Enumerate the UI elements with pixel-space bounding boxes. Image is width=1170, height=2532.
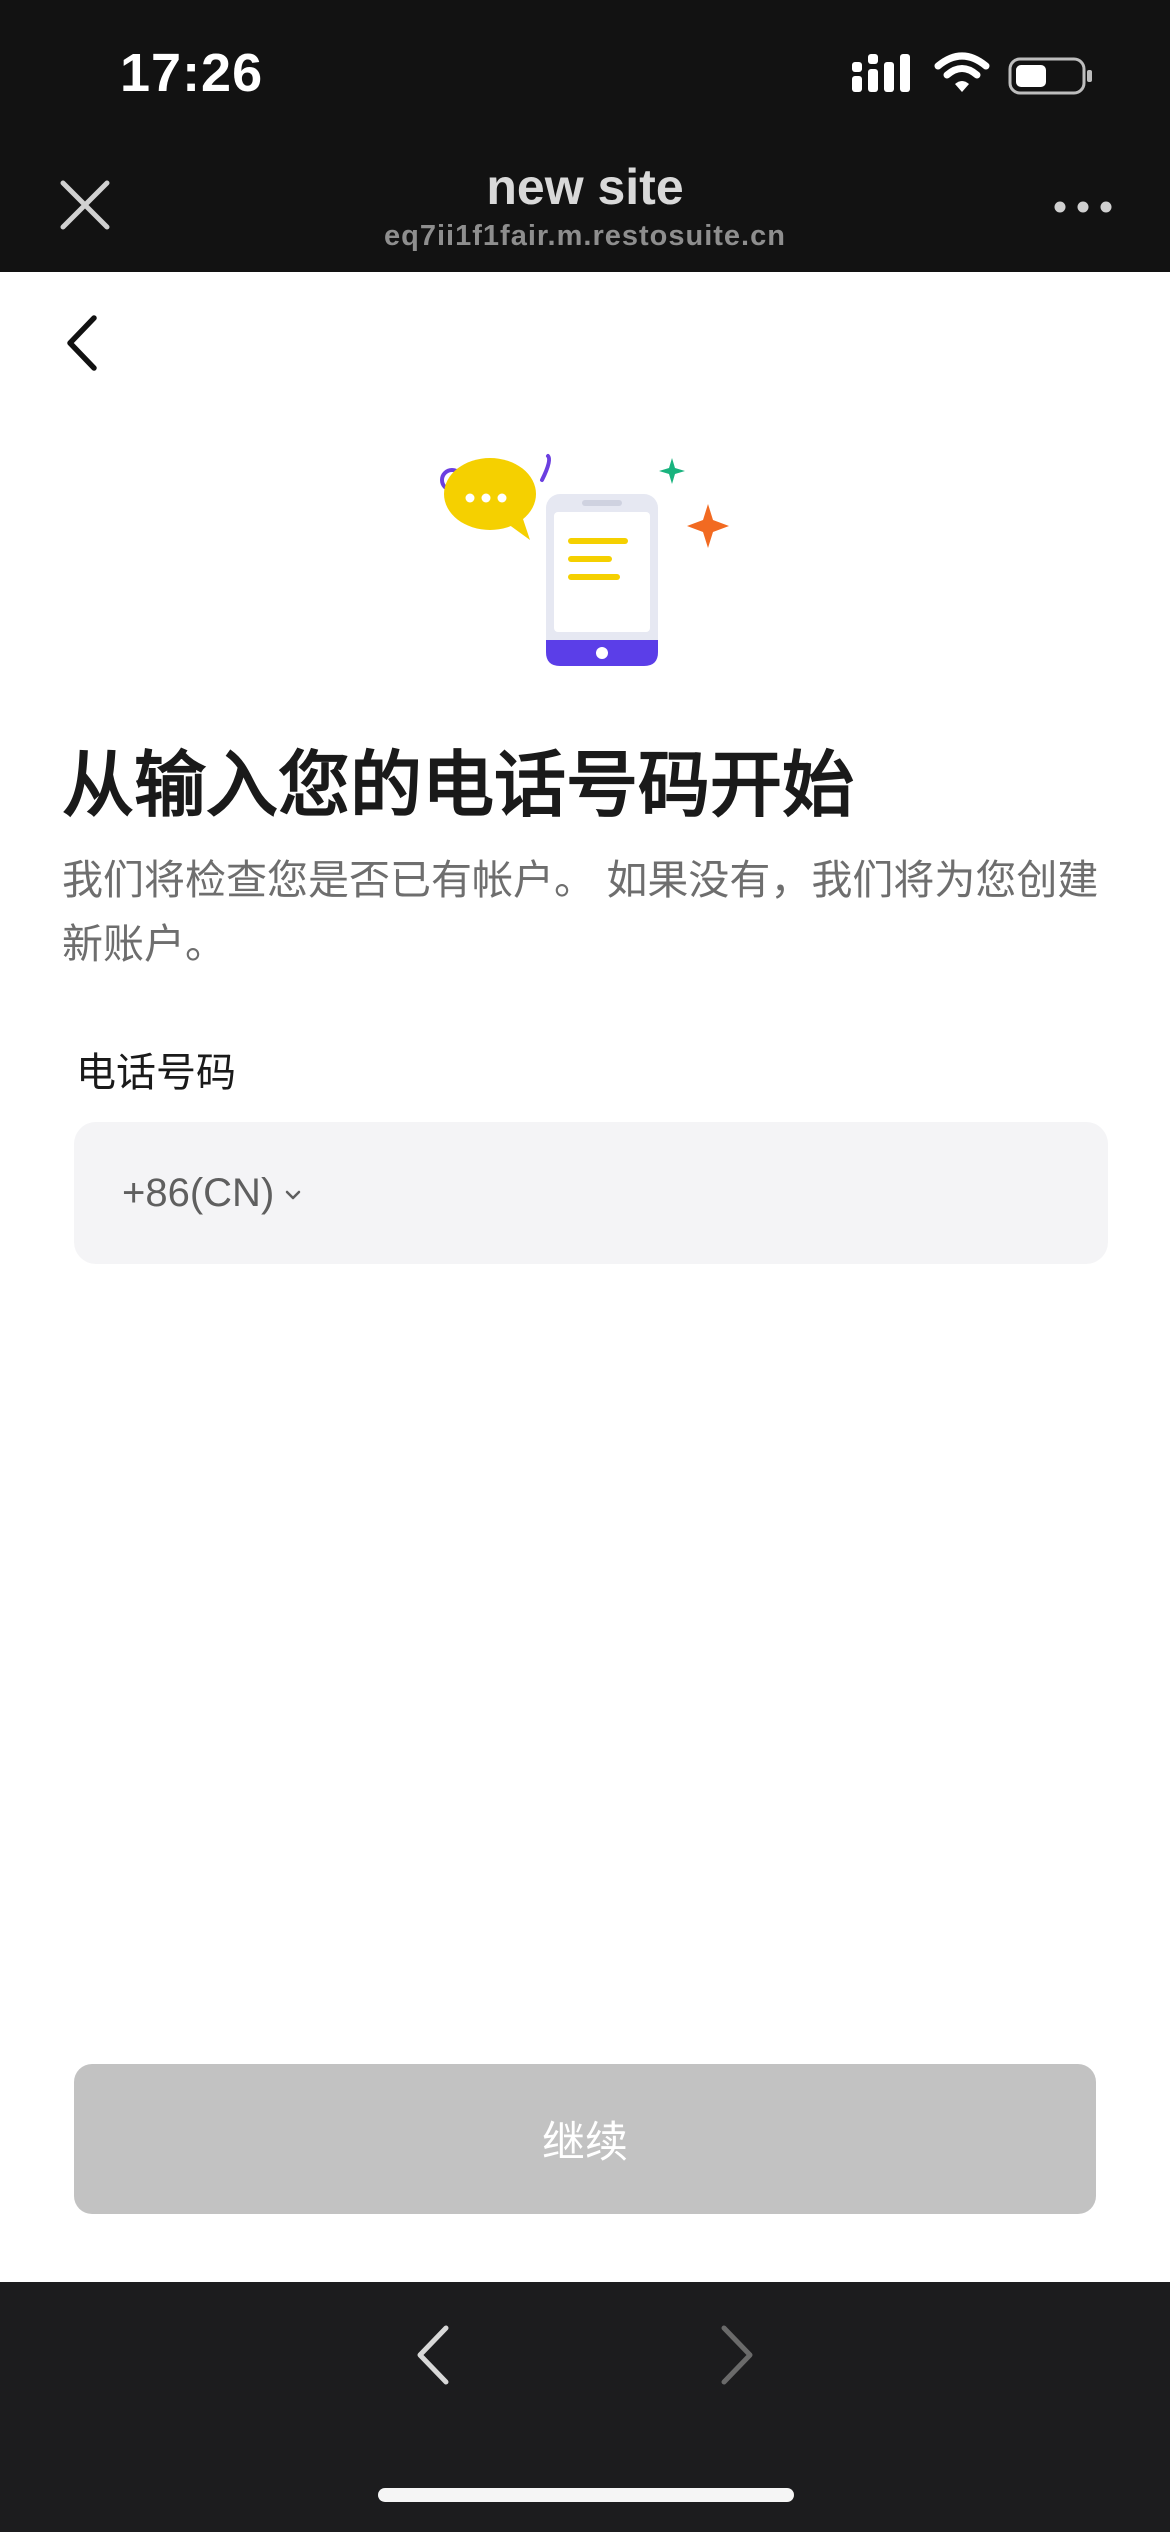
phone-number-label: 电话号码 [76, 1051, 236, 1095]
cellular-signal-icon [852, 54, 910, 92]
more-dots-icon[interactable] [1052, 190, 1114, 224]
country-code-value: +86(CN) [122, 1170, 275, 1215]
battery-icon [1008, 57, 1092, 95]
site-title: new site [486, 159, 684, 215]
home-indicator [378, 2488, 794, 2502]
phone-number-input[interactable] [374, 1122, 1078, 1266]
country-code-select[interactable]: +86(CN) [122, 1122, 302, 1264]
phone-chat-illustration-icon [440, 454, 729, 666]
phone-number-field[interactable]: +86(CN) [74, 1122, 1108, 1266]
chevron-right-icon[interactable] [714, 2322, 760, 2388]
page-subtitle: 我们将检查您是否已有帐户。 如果没有，我们将为您创建新账户。 [62, 857, 1099, 967]
continue-button-label: 继续 [542, 2119, 628, 2167]
continue-button[interactable]: 继续 [74, 2064, 1096, 2214]
site-url: eq7ii1f1fair.m.restosuite.cn [384, 220, 786, 252]
chevron-down-icon [286, 1190, 301, 1200]
status-time: 17:26 [120, 43, 264, 103]
chevron-left-icon[interactable] [60, 312, 104, 374]
page-heading: 从输入您的电话号码开始 [62, 746, 855, 826]
chevron-left-icon[interactable] [410, 2322, 456, 2388]
wifi-icon [934, 52, 990, 92]
